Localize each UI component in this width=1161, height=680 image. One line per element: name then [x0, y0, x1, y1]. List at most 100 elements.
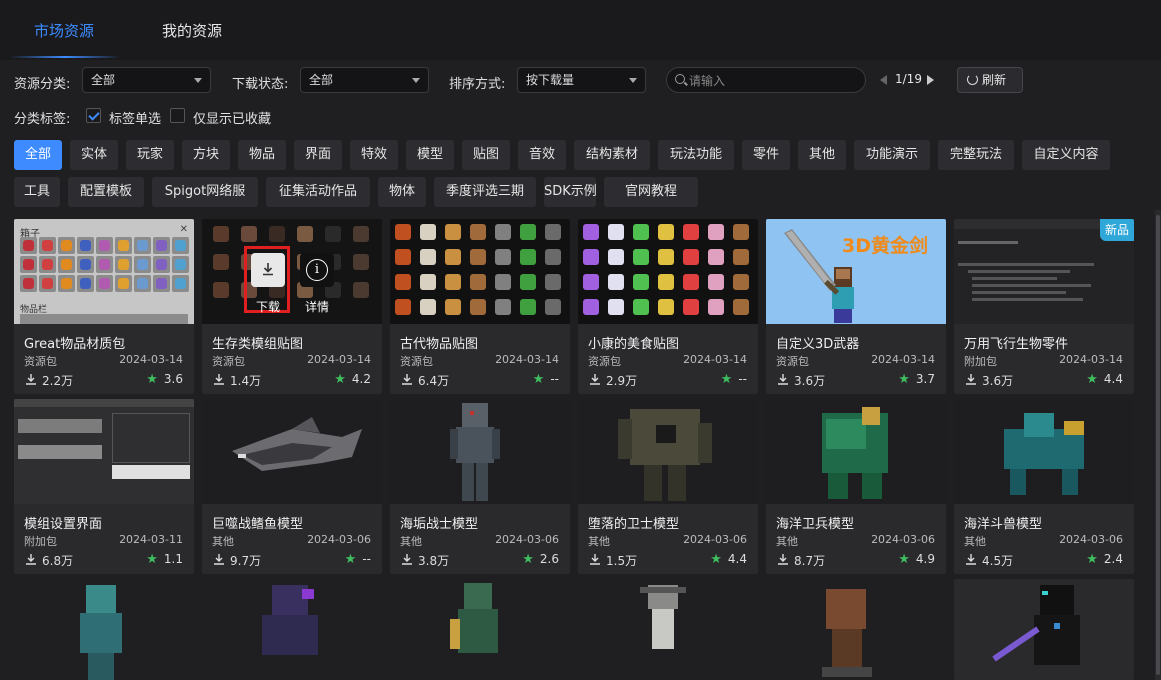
resource-card[interactable] — [578, 579, 758, 680]
download-state-select[interactable]: 全部 — [300, 67, 429, 93]
card-title: 自定义3D武器 — [776, 337, 860, 352]
resource-card[interactable]: 3D黄金剑 自定义3D武器 资源包 2024-03-14 3.6万 ★ 3.7 — [766, 219, 946, 394]
tag-chip[interactable]: 方块 — [182, 140, 230, 170]
next-page-icon[interactable] — [927, 75, 934, 85]
item-slot — [20, 256, 37, 273]
card-rating: ★ -- — [345, 552, 371, 567]
details-action-button[interactable]: i — [300, 253, 334, 287]
item-slot — [172, 237, 189, 254]
refresh-button[interactable]: 刷新 — [957, 67, 1023, 93]
star-icon: ★ — [898, 372, 910, 387]
item-slot — [467, 296, 489, 318]
card-category: 其他 — [212, 535, 234, 548]
download-icon — [214, 374, 224, 385]
resource-card[interactable]: 下载 i 详情 生存类模组贴图 资源包 2024-03-14 1.4万 ★ 4.2 — [202, 219, 382, 394]
tag-chip[interactable]: 玩法功能 — [658, 140, 734, 170]
card-thumbnail — [578, 399, 758, 504]
tag-chip[interactable]: 官网教程 — [604, 177, 698, 207]
category-select-value: 全部 — [91, 73, 116, 87]
tag-chip[interactable]: Spigot网络服 — [152, 177, 258, 207]
item-slot — [517, 271, 539, 293]
tag-chip[interactable]: 完整玩法 — [938, 140, 1014, 170]
tag-chip[interactable]: 工具 — [14, 177, 60, 207]
category-select[interactable]: 全部 — [82, 67, 211, 93]
tag-chip[interactable]: 功能演示 — [854, 140, 930, 170]
tag-chip[interactable]: 征集活动作品 — [266, 177, 370, 207]
item-slot — [115, 275, 132, 292]
resource-card[interactable]: 巨噬战鳍鱼模型 其他 2024-03-06 9.7万 ★ -- — [202, 399, 382, 574]
card-title: 生存类模组贴图 — [212, 337, 304, 352]
resource-card[interactable]: 新品 万用飞行生物零件 附加包 2024-03-14 3.6万 ★ 4.4 — [954, 219, 1134, 394]
rating-value: 3.6 — [163, 372, 183, 386]
resource-card[interactable] — [766, 579, 946, 680]
resource-card[interactable]: 海洋斗兽模型 其他 2024-03-06 4.5万 ★ 2.4 — [954, 399, 1134, 574]
scrollbar-thumb[interactable] — [1156, 215, 1160, 675]
resource-card[interactable] — [390, 579, 570, 680]
item-slot — [350, 279, 372, 301]
tag-chip[interactable]: SDK示例 — [544, 177, 597, 207]
tab-market-resources[interactable]: 市场资源 — [34, 20, 94, 41]
item-slot — [172, 256, 189, 273]
rating-value: 2.6 — [539, 552, 559, 566]
card-rating: ★ -- — [721, 372, 747, 387]
card-category: 其他 — [588, 535, 610, 548]
tag-chip[interactable]: 配置模板 — [68, 177, 144, 207]
card-date: 2024-03-14 — [1059, 353, 1123, 366]
item-slot — [417, 221, 439, 243]
tag-chip[interactable]: 自定义内容 — [1022, 140, 1110, 170]
favorites-only-checkbox[interactable] — [170, 108, 185, 123]
search-input[interactable] — [689, 72, 859, 90]
tag-chip[interactable]: 物品 — [238, 140, 286, 170]
resource-card[interactable]: 海垢战士模型 其他 2024-03-06 3.8万 ★ 2.6 — [390, 399, 570, 574]
card-downloads: 3.8万 — [400, 552, 449, 569]
tag-chip[interactable]: 特效 — [350, 140, 398, 170]
star-icon: ★ — [344, 552, 357, 567]
download-action-button[interactable] — [251, 253, 285, 287]
item-slot — [442, 296, 464, 318]
resource-card[interactable]: 模组设置界面 附加包 2024-03-11 6.8万 ★ 1.1 — [14, 399, 194, 574]
tag-chip[interactable]: 界面 — [294, 140, 342, 170]
card-title: 海洋卫兵模型 — [776, 517, 855, 532]
tag-chip[interactable]: 实体 — [70, 140, 118, 170]
window-titlebar — [14, 399, 194, 407]
new-badge: 新品 — [1100, 219, 1134, 241]
resource-card[interactable] — [954, 579, 1134, 680]
prev-page-icon[interactable] — [880, 75, 887, 85]
card-downloads: 2.9万 — [588, 372, 637, 389]
resource-card[interactable]: 海洋卫兵模型 其他 2024-03-06 8.7万 ★ 4.9 — [766, 399, 946, 574]
resource-card[interactable]: 古代物品贴图 资源包 2024-03-14 6.4万 ★ -- — [390, 219, 570, 394]
tag-chip[interactable]: 物体 — [378, 177, 426, 207]
sort-select[interactable]: 按下载量 — [517, 67, 646, 93]
tag-chip[interactable]: 季度评选三期 — [434, 177, 536, 207]
card-rating: ★ 3.6 — [146, 372, 183, 387]
tag-chip[interactable]: 全部 — [14, 140, 62, 170]
tag-chip[interactable]: 结构素材 — [574, 140, 650, 170]
sort-select-value: 按下载量 — [526, 73, 575, 87]
tag-chip[interactable]: 模型 — [406, 140, 454, 170]
card-title: 海洋斗兽模型 — [964, 517, 1043, 532]
card-title: 堕落的卫士模型 — [588, 517, 680, 532]
item-slot — [392, 221, 414, 243]
card-category: 资源包 — [400, 355, 433, 368]
info-icon: i — [306, 259, 328, 281]
card-thumbnail: 3D黄金剑 — [766, 219, 946, 324]
resource-card[interactable]: 堕落的卫士模型 其他 2024-03-06 1.5万 ★ 4.4 — [578, 399, 758, 574]
tag-chip[interactable]: 其他 — [798, 140, 846, 170]
resource-card[interactable] — [202, 579, 382, 680]
tag-chip[interactable]: 玩家 — [126, 140, 174, 170]
single-select-checkbox[interactable] — [86, 108, 101, 123]
resource-card[interactable]: 箱子 ✕ 物品栏 Great物品材质包 资源包 2024-03-14 2.2万 … — [14, 219, 194, 394]
tag-chip[interactable]: 零件 — [742, 140, 790, 170]
item-slot — [630, 221, 652, 243]
tab-my-resources[interactable]: 我的资源 — [162, 20, 222, 41]
resource-card[interactable]: 小康的美食贴图 资源包 2024-03-14 2.9万 ★ -- — [578, 219, 758, 394]
download-icon — [402, 374, 412, 385]
tag-chip[interactable]: 音效 — [518, 140, 566, 170]
active-tab-indicator — [10, 56, 120, 58]
tag-chip[interactable]: 贴图 — [462, 140, 510, 170]
item-slot — [605, 296, 627, 318]
item-slot — [39, 275, 56, 292]
download-icon — [26, 554, 36, 565]
resource-card[interactable] — [14, 579, 194, 680]
card-thumbnail — [14, 399, 194, 504]
